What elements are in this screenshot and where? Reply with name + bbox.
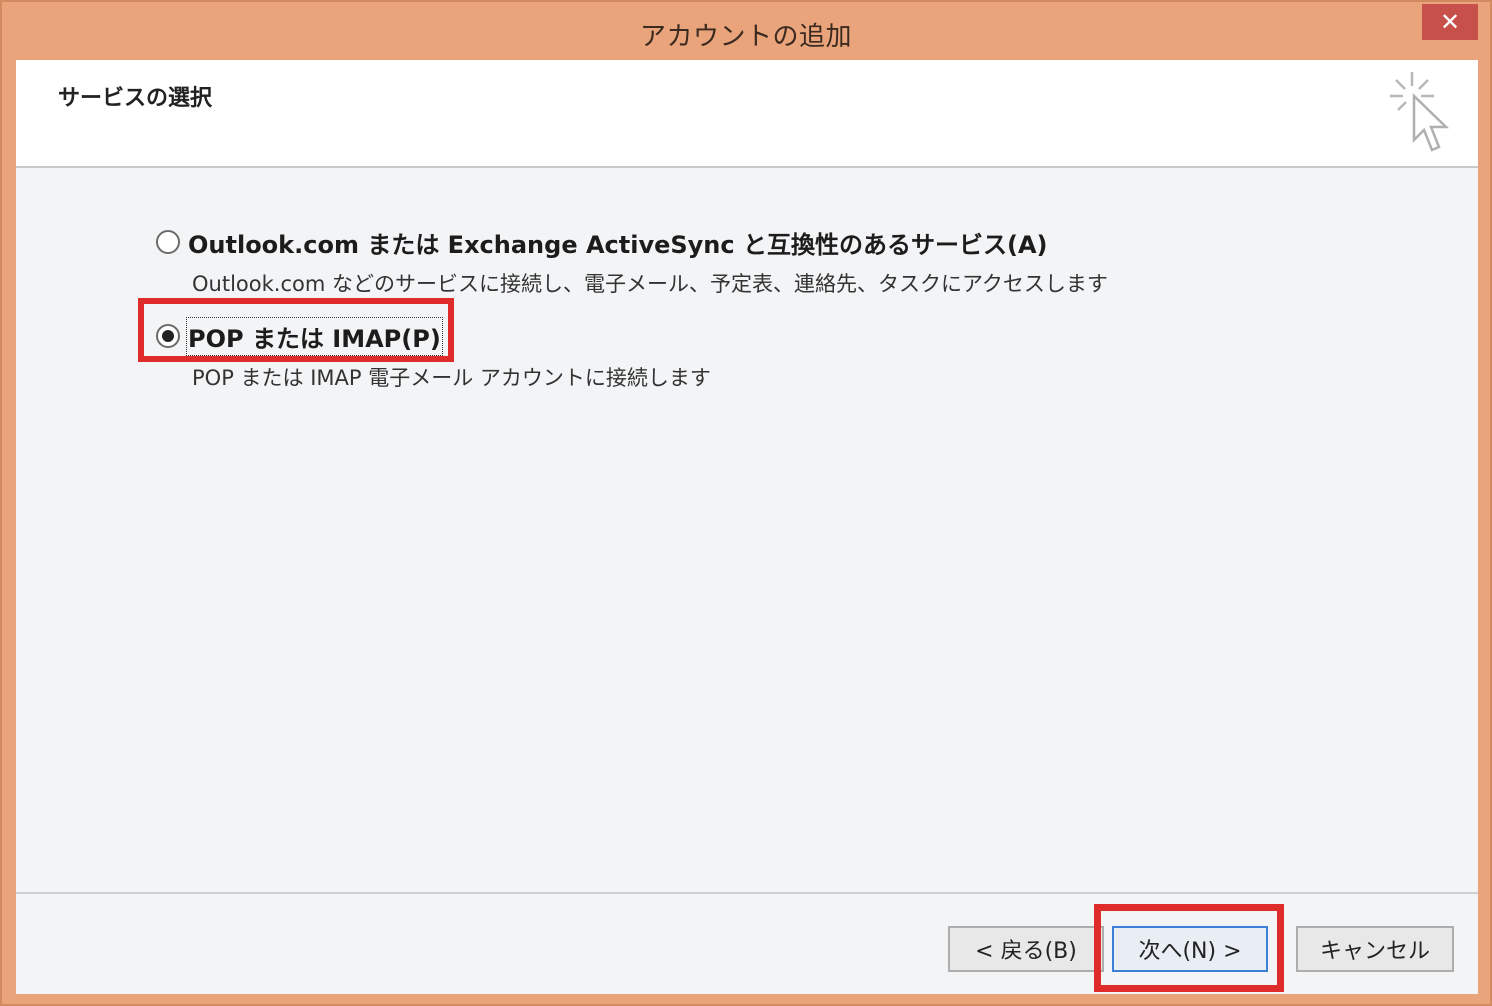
option-exchange: Outlook.com または Exchange ActiveSync と互換性…	[156, 224, 1108, 298]
page-title: サービスの選択	[58, 86, 213, 111]
footer-divider	[16, 892, 1478, 894]
option-exchange-description: Outlook.com などのサービスに接続し、電子メール、予定表、連絡先、タス…	[192, 272, 1108, 296]
close-icon: ✕	[1439, 8, 1461, 36]
cancel-button[interactable]: キャンセル	[1296, 926, 1454, 972]
dialog-content: サービスの選択 Outlook.com または Exchange ActiveS…	[16, 60, 1478, 994]
highlight-box-next	[1094, 904, 1284, 992]
highlight-box-pop-imap	[138, 298, 454, 362]
close-button[interactable]: ✕	[1422, 4, 1478, 40]
radio-exchange[interactable]	[156, 230, 180, 254]
window-title: アカウントの追加	[639, 22, 852, 52]
dialog-header: サービスの選択	[16, 60, 1478, 168]
pointer-sparkle-icon	[1390, 72, 1450, 152]
option-exchange-label[interactable]: Outlook.com または Exchange ActiveSync と互換性…	[188, 225, 1048, 260]
option-pop-imap-description: POP または IMAP 電子メール アカウントに接続します	[192, 366, 711, 390]
dialog-window: アカウントの追加 ✕ サービスの選択 Outlook.com または Excha…	[0, 0, 1492, 1006]
title-bar[interactable]: アカウントの追加 ✕	[2, 2, 1490, 60]
back-button[interactable]: < 戻る(B)	[948, 926, 1104, 972]
